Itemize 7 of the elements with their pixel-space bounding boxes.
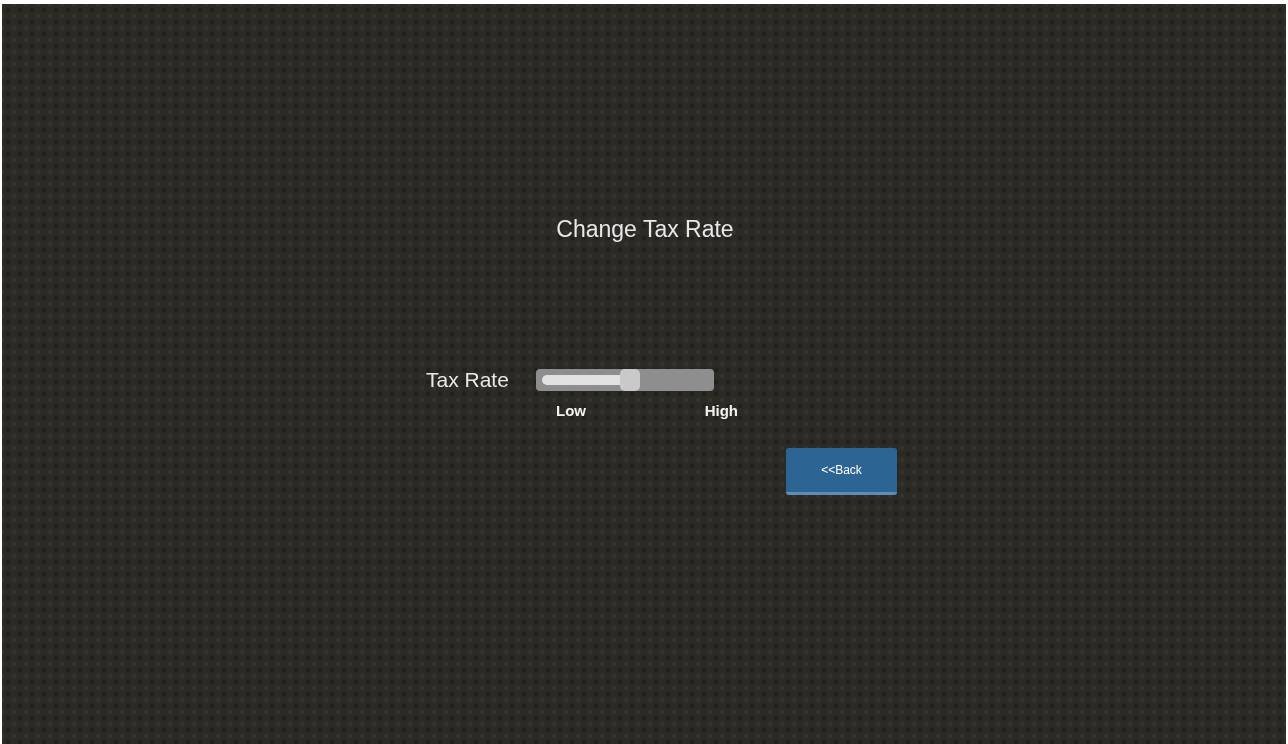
back-button[interactable]: <<Back: [786, 448, 897, 495]
slider-track[interactable]: [535, 369, 714, 391]
max-label: High: [704, 402, 738, 420]
screen-title: Change Tax Rate: [556, 215, 734, 244]
slider-thumb[interactable]: [620, 369, 641, 391]
min-label: Low: [556, 402, 586, 420]
slider-label: Tax Rate: [426, 367, 509, 393]
